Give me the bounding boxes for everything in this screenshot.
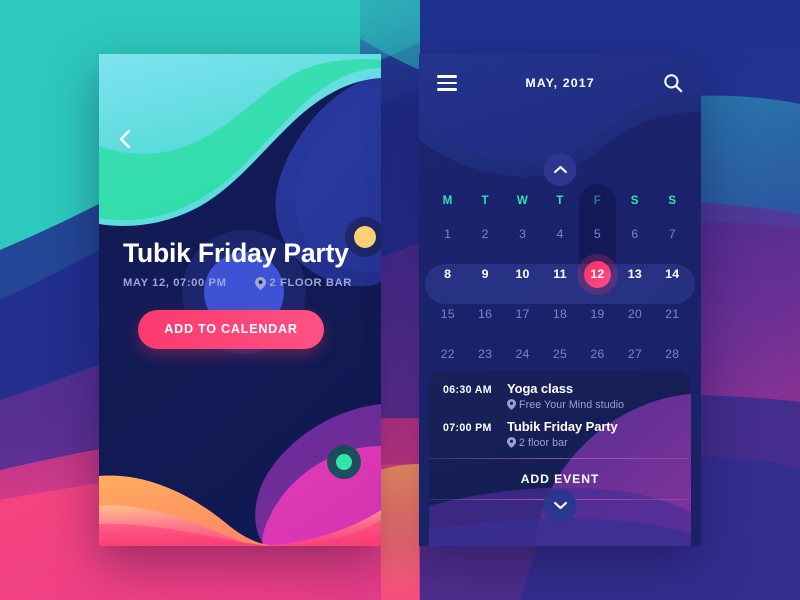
day-cell[interactable]: 10 — [504, 267, 541, 281]
chevron-down-icon — [553, 501, 567, 510]
day-cell[interactable]: 18 — [541, 307, 578, 321]
collapse-calendar-button[interactable] — [543, 153, 577, 186]
event-location: 2 floor bar — [507, 437, 677, 449]
day-cell[interactable]: 2 — [466, 227, 503, 241]
event-detail: Yoga class Free Your Mind studio — [507, 381, 677, 411]
weekday-label: S — [668, 193, 677, 207]
weekday-label: T — [556, 193, 564, 207]
month-label: MAY, 2017 — [525, 76, 595, 90]
event-name: Tubik Friday Party — [507, 418, 618, 434]
back-chevron-icon — [119, 129, 131, 149]
calendar-week-row-active: 8 9 10 11 12 13 14 — [429, 253, 691, 295]
weekday-label: T — [481, 193, 489, 207]
day-cell[interactable]: 20 — [616, 307, 653, 321]
event-name: Yoga class — [507, 381, 573, 396]
day-cell-today[interactable]: 12 — [576, 253, 618, 295]
screenshot-stage: Tubik Friday Party MAY 12, 07:00 PM 2 FL… — [0, 0, 800, 600]
calendar-week-row: 1 2 3 4 5 6 7 — [429, 214, 691, 254]
event-detail: Tubik Friday Party 2 floor bar — [507, 418, 677, 449]
location-pin-icon — [254, 276, 266, 290]
add-to-calendar-button[interactable]: ADD TO CALENDAR — [138, 309, 324, 349]
day-cell[interactable]: 11 — [541, 267, 578, 281]
page-title: Tubik Friday Party — [123, 238, 349, 268]
calendar-week-row: 15 16 17 18 19 20 21 — [429, 294, 691, 334]
event-list-item[interactable]: 06:30 AM Yoga class Free Your Mind studi… — [443, 381, 677, 411]
event-detail-card: Tubik Friday Party MAY 12, 07:00 PM 2 FL… — [99, 54, 381, 546]
location-pin-icon — [507, 437, 516, 449]
day-cell[interactable]: 13 — [616, 267, 653, 281]
day-cell[interactable]: 17 — [504, 307, 541, 321]
day-cell[interactable]: 9 — [466, 267, 503, 281]
day-cell[interactable]: 15 — [429, 307, 466, 321]
calendar-header: MAY, 2017 — [419, 54, 701, 112]
search-icon[interactable] — [663, 73, 683, 93]
day-cell[interactable]: 24 — [504, 347, 541, 361]
day-cell[interactable]: 19 — [579, 307, 616, 321]
day-cell[interactable]: 5 — [579, 227, 616, 241]
expand-events-button[interactable] — [543, 489, 577, 522]
back-button[interactable] — [113, 126, 139, 152]
event-location-label: 2 floor bar — [519, 436, 568, 449]
event-info-block: Tubik Friday Party MAY 12, 07:00 PM 2 FL… — [99, 238, 381, 349]
weekday-header-row: M T W T F S S — [429, 186, 691, 214]
event-venue-label: 2 FLOOR BAR — [269, 277, 352, 290]
day-cell[interactable]: 4 — [541, 227, 578, 241]
day-cell[interactable]: 21 — [654, 307, 691, 321]
day-cell[interactable]: 8 — [429, 267, 466, 281]
hamburger-menu-icon[interactable] — [437, 71, 457, 95]
weekday-label: S — [630, 193, 639, 207]
cta-container: ADD TO CALENDAR — [123, 309, 363, 349]
event-meta: MAY 12, 07:00 PM 2 FLOOR BAR — [123, 276, 363, 290]
day-cell[interactable]: 3 — [504, 227, 541, 241]
day-cell[interactable]: 26 — [579, 347, 616, 361]
day-cell[interactable]: 6 — [616, 227, 653, 241]
event-time: 07:00 PM — [443, 421, 492, 434]
events-list: 06:30 AM Yoga class Free Your Mind studi… — [429, 370, 691, 449]
hamburger-bar — [437, 81, 457, 85]
hamburger-bar — [437, 75, 457, 78]
event-location-label: Free Your Mind studio — [519, 398, 625, 411]
hamburger-bar — [437, 88, 457, 91]
day-cell[interactable]: 1 — [429, 227, 466, 241]
event-location: Free Your Mind studio — [507, 399, 677, 411]
day-cell[interactable]: 14 — [654, 267, 691, 281]
day-cell[interactable]: 27 — [616, 347, 653, 361]
location-pin-icon — [507, 399, 516, 411]
day-cell[interactable]: 23 — [466, 347, 503, 361]
event-datetime: MAY 12, 07:00 PM — [123, 277, 227, 290]
weekday-label: M — [442, 193, 453, 207]
chevron-up-icon — [553, 165, 567, 174]
calendar-screen: MAY, 2017 M T W T F S S — [419, 54, 701, 546]
day-cell[interactable]: 7 — [654, 227, 691, 241]
day-cell[interactable]: 22 — [429, 347, 466, 361]
day-cell[interactable]: 28 — [654, 347, 691, 361]
day-cell[interactable]: 16 — [466, 307, 503, 321]
day-cell[interactable]: 25 — [541, 347, 578, 361]
event-time: 06:30 AM — [443, 384, 492, 396]
event-venue: 2 FLOOR BAR — [254, 276, 352, 290]
weekday-label: W — [516, 193, 529, 207]
event-list-item[interactable]: 07:00 PM Tubik Friday Party 2 floor bar — [443, 418, 677, 449]
calendar-week-row: 22 23 24 25 26 27 28 — [429, 334, 691, 374]
today-badge: 12 — [576, 253, 618, 295]
